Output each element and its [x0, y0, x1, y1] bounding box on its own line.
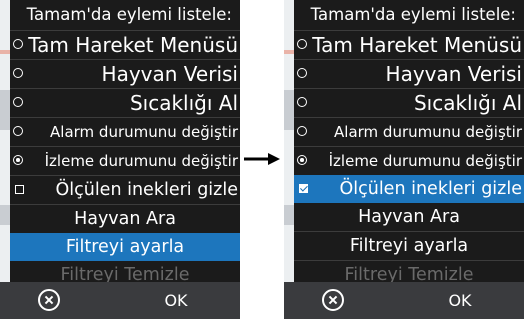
- menu-item-animal-data[interactable]: Hayvan Verisi: [10, 59, 240, 88]
- menu-item-change-monitoring-status[interactable]: İzleme durumunu değiştir: [294, 146, 524, 175]
- menu-item-change-alarm-status[interactable]: Alarm durumunu değiştir: [294, 117, 524, 146]
- menu-item-take-temperature[interactable]: Sıcaklığı Al: [10, 88, 240, 117]
- radio-icon: [13, 97, 23, 107]
- radio-icon: [297, 126, 307, 136]
- menu-item-label: Ölçülen inekleri gizle: [55, 180, 238, 200]
- after-screen: Tamam'da eylemi listele: Tam Hareket Men…: [284, 0, 524, 319]
- menu-item-label: Hayvan Verisi: [385, 62, 522, 86]
- radio-icon: [13, 39, 23, 49]
- radio-icon: [297, 39, 307, 49]
- ok-button[interactable]: OK: [440, 282, 480, 319]
- menu-item-label: Filtreyi ayarla: [349, 236, 469, 256]
- menu-item-label: İzleme durumunu değiştir: [328, 152, 522, 170]
- ok-button[interactable]: OK: [156, 282, 196, 319]
- menu-item-label: Filtreyi ayarla: [65, 237, 185, 257]
- background-strip: [284, 90, 294, 130]
- menu-item-label: Hayvan Ara: [74, 209, 176, 229]
- menu-item-hide-measured-cows[interactable]: Ölçülen inekleri gizle: [294, 175, 524, 203]
- menu-item-hide-measured-cows[interactable]: Ölçülen inekleri gizle: [10, 175, 240, 204]
- bottom-bar: OK: [284, 282, 524, 319]
- menu-item-take-temperature[interactable]: Sıcaklığı Al: [294, 88, 524, 117]
- menu-item-label: Tam Hareket Menüsü: [28, 33, 238, 57]
- menu-title: Tamam'da eylemi listele:: [26, 5, 232, 24]
- radio-icon: [13, 126, 23, 136]
- menu-item-set-filter[interactable]: Filtreyi ayarla: [294, 231, 524, 260]
- menu-item-label: Alarm durumunu değiştir: [334, 123, 522, 141]
- cancel-icon[interactable]: [38, 289, 60, 311]
- menu-item-full-action-menu[interactable]: Tam Hareket Menüsü: [294, 30, 524, 59]
- menu-item-search-animal[interactable]: Hayvan Ara: [294, 203, 524, 231]
- action-menu: Tamam'da eylemi listele: Tam Hareket Men…: [294, 0, 524, 285]
- radio-checked-icon: [13, 155, 23, 165]
- background-strip: [284, 205, 294, 225]
- checkbox-checked-icon: [299, 184, 308, 193]
- menu-item-label: Hayvan Verisi: [101, 62, 238, 86]
- background-strip: [0, 90, 10, 130]
- before-screen: Tamam'da eylemi listele: Tam Hareket Men…: [0, 0, 240, 319]
- radio-checked-icon: [297, 155, 307, 165]
- menu-item-label: İzleme durumunu değiştir: [44, 152, 238, 170]
- menu-title: Tamam'da eylemi listele:: [310, 5, 516, 24]
- cancel-icon[interactable]: [322, 289, 344, 311]
- menu-item-label: Hayvan Ara: [358, 207, 460, 227]
- menu-item-label: Alarm durumunu değiştir: [50, 123, 238, 141]
- action-menu: Tamam'da eylemi listele: Tam Hareket Men…: [10, 0, 240, 285]
- menu-item-full-action-menu[interactable]: Tam Hareket Menüsü: [10, 30, 240, 59]
- menu-item-label: Sıcaklığı Al: [129, 91, 238, 115]
- menu-item-label: Ölçülen inekleri gizle: [339, 179, 522, 199]
- menu-item-change-alarm-status[interactable]: Alarm durumunu değiştir: [10, 117, 240, 146]
- menu-item-label: Sıcaklığı Al: [413, 91, 522, 115]
- background-strip: [0, 205, 10, 225]
- menu-item-search-animal[interactable]: Hayvan Ara: [10, 204, 240, 233]
- arrow-right-icon: [244, 153, 280, 165]
- menu-item-animal-data[interactable]: Hayvan Verisi: [294, 59, 524, 88]
- background-strip: [0, 50, 10, 54]
- radio-icon: [297, 68, 307, 78]
- bottom-bar: OK: [0, 282, 240, 319]
- radio-icon: [13, 68, 23, 78]
- menu-item-set-filter[interactable]: Filtreyi ayarla: [10, 233, 240, 261]
- checkbox-icon: [15, 185, 24, 194]
- radio-icon: [297, 97, 307, 107]
- background-strip: [284, 50, 294, 54]
- menu-item-label: Tam Hareket Menüsü: [312, 33, 522, 57]
- menu-item-change-monitoring-status[interactable]: İzleme durumunu değiştir: [10, 146, 240, 175]
